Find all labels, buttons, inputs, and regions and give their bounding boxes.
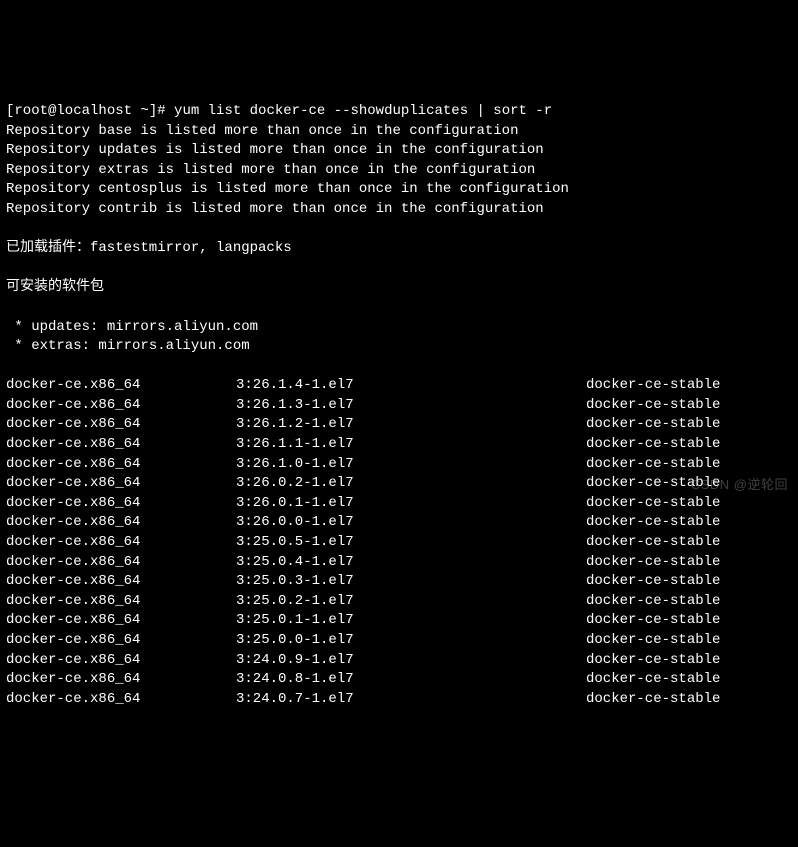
package-row: docker-ce.x86_643:26.1.1-1.el7docker-ce-… [6, 435, 792, 455]
package-row: docker-ce.x86_643:26.1.4-1.el7docker-ce-… [6, 376, 792, 396]
package-version: 3:25.0.0-1.el7 [236, 631, 586, 651]
package-name: docker-ce.x86_64 [6, 533, 236, 553]
package-repo: docker-ce-stable [586, 611, 792, 631]
package-name: docker-ce.x86_64 [6, 415, 236, 435]
mirror-line: * updates: mirrors.aliyun.com [6, 318, 792, 338]
package-name: docker-ce.x86_64 [6, 631, 236, 651]
watermark-text: CSDN @逆轮回 [691, 476, 788, 494]
shell-prompt: [root@localhost ~]# [6, 103, 166, 119]
package-name: docker-ce.x86_64 [6, 494, 236, 514]
package-version: 3:25.0.5-1.el7 [236, 533, 586, 553]
package-name: docker-ce.x86_64 [6, 513, 236, 533]
package-repo: docker-ce-stable [586, 513, 792, 533]
package-name: docker-ce.x86_64 [6, 670, 236, 690]
package-row: docker-ce.x86_643:26.1.0-1.el7docker-ce-… [6, 455, 792, 475]
package-version: 3:25.0.4-1.el7 [236, 553, 586, 573]
package-row: docker-ce.x86_643:24.0.7-1.el7docker-ce-… [6, 690, 792, 710]
plugins-line: 已加载插件：fastestmirror, langpacks [6, 239, 792, 259]
mirror-line: * extras: mirrors.aliyun.com [6, 337, 792, 357]
package-repo: docker-ce-stable [586, 592, 792, 612]
package-repo: docker-ce-stable [586, 376, 792, 396]
package-row: docker-ce.x86_643:26.1.3-1.el7docker-ce-… [6, 396, 792, 416]
warning-line: Repository contrib is listed more than o… [6, 200, 792, 220]
package-repo: docker-ce-stable [586, 631, 792, 651]
package-repo: docker-ce-stable [586, 494, 792, 514]
warning-line: Repository extras is listed more than on… [6, 161, 792, 181]
warning-line: Repository updates is listed more than o… [6, 141, 792, 161]
package-version: 3:26.1.2-1.el7 [236, 415, 586, 435]
package-version: 3:24.0.9-1.el7 [236, 651, 586, 671]
package-row: docker-ce.x86_643:26.0.0-1.el7docker-ce-… [6, 513, 792, 533]
package-row: docker-ce.x86_643:25.0.5-1.el7docker-ce-… [6, 533, 792, 553]
package-name: docker-ce.x86_64 [6, 572, 236, 592]
package-version: 3:24.0.8-1.el7 [236, 670, 586, 690]
package-repo: docker-ce-stable [586, 572, 792, 592]
mirror-lines: * updates: mirrors.aliyun.com * extras: … [6, 318, 792, 357]
package-name: docker-ce.x86_64 [6, 553, 236, 573]
package-row: docker-ce.x86_643:25.0.0-1.el7docker-ce-… [6, 631, 792, 651]
package-version: 3:26.0.1-1.el7 [236, 494, 586, 514]
package-name: docker-ce.x86_64 [6, 396, 236, 416]
terminal-output[interactable]: [root@localhost ~]# yum list docker-ce -… [6, 82, 792, 729]
package-row: docker-ce.x86_643:25.0.4-1.el7docker-ce-… [6, 553, 792, 573]
package-row: docker-ce.x86_643:26.0.2-1.el7docker-ce-… [6, 474, 792, 494]
warning-line: Repository centosplus is listed more tha… [6, 180, 792, 200]
package-version: 3:26.1.3-1.el7 [236, 396, 586, 416]
package-row: docker-ce.x86_643:25.0.1-1.el7docker-ce-… [6, 611, 792, 631]
package-row: docker-ce.x86_643:25.0.2-1.el7docker-ce-… [6, 592, 792, 612]
package-version: 3:26.1.0-1.el7 [236, 455, 586, 475]
package-repo: docker-ce-stable [586, 670, 792, 690]
package-repo: docker-ce-stable [586, 553, 792, 573]
package-name: docker-ce.x86_64 [6, 690, 236, 710]
package-version: 3:26.0.2-1.el7 [236, 474, 586, 494]
command-text: yum list docker-ce --showduplicates | so… [174, 103, 552, 119]
package-name: docker-ce.x86_64 [6, 376, 236, 396]
package-name: docker-ce.x86_64 [6, 651, 236, 671]
package-version: 3:25.0.1-1.el7 [236, 611, 586, 631]
package-name: docker-ce.x86_64 [6, 435, 236, 455]
package-repo: docker-ce-stable [586, 533, 792, 553]
package-repo: docker-ce-stable [586, 396, 792, 416]
package-version: 3:25.0.3-1.el7 [236, 572, 586, 592]
package-version: 3:26.1.4-1.el7 [236, 376, 586, 396]
package-name: docker-ce.x86_64 [6, 611, 236, 631]
package-row: docker-ce.x86_643:25.0.3-1.el7docker-ce-… [6, 572, 792, 592]
package-repo: docker-ce-stable [586, 690, 792, 710]
package-name: docker-ce.x86_64 [6, 592, 236, 612]
package-version: 3:24.0.7-1.el7 [236, 690, 586, 710]
package-row: docker-ce.x86_643:26.1.2-1.el7docker-ce-… [6, 415, 792, 435]
package-row: docker-ce.x86_643:24.0.9-1.el7docker-ce-… [6, 651, 792, 671]
package-row: docker-ce.x86_643:26.0.1-1.el7docker-ce-… [6, 494, 792, 514]
package-repo: docker-ce-stable [586, 651, 792, 671]
package-version: 3:26.0.0-1.el7 [236, 513, 586, 533]
available-packages-line: 可安装的软件包 [6, 278, 792, 298]
package-name: docker-ce.x86_64 [6, 474, 236, 494]
package-version: 3:25.0.2-1.el7 [236, 592, 586, 612]
package-repo: docker-ce-stable [586, 435, 792, 455]
warning-lines: Repository base is listed more than once… [6, 122, 792, 220]
package-row: docker-ce.x86_643:24.0.8-1.el7docker-ce-… [6, 670, 792, 690]
package-name: docker-ce.x86_64 [6, 455, 236, 475]
warning-line: Repository base is listed more than once… [6, 122, 792, 142]
package-repo: docker-ce-stable [586, 415, 792, 435]
package-repo: docker-ce-stable [586, 455, 792, 475]
package-version: 3:26.1.1-1.el7 [236, 435, 586, 455]
package-list: docker-ce.x86_643:26.1.4-1.el7docker-ce-… [6, 376, 792, 709]
